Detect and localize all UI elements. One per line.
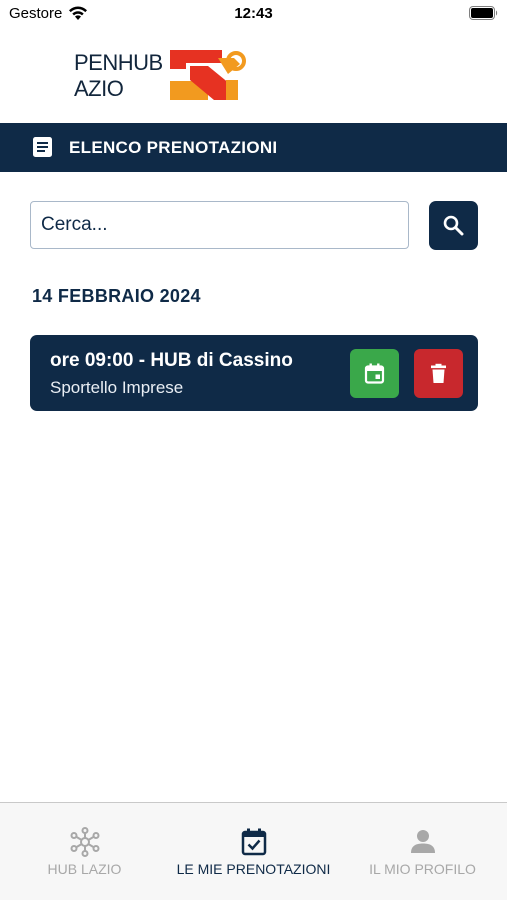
openhub-lazio-logo-mark: [170, 50, 246, 100]
add-to-calendar-button[interactable]: [350, 349, 399, 398]
user-icon: [411, 830, 435, 853]
calendar-icon: [364, 363, 385, 384]
calendar-check-icon: [241, 828, 267, 856]
battery-icon: [469, 6, 498, 20]
network-icon: [70, 827, 100, 857]
booking-card: ore 09:00 - HUB di Cassino Sportello Imp…: [30, 335, 478, 411]
tab-label-hub-lazio: HUB LAZIO: [47, 861, 122, 877]
tab-label-le-mie-prenotazioni: LE MIE PRENOTAZIONI: [176, 861, 331, 877]
tab-il-mio-profilo[interactable]: IL MIO PROFILO: [338, 803, 507, 900]
logo-text-openhub: PENHUB: [74, 50, 163, 75]
booking-service: Sportello Imprese: [50, 378, 184, 397]
trash-icon: [431, 363, 446, 383]
tab-bar: HUB LAZIO LE MIE PRENOTAZIONI IL MIO PRO…: [0, 802, 507, 900]
search-icon: [443, 215, 464, 236]
logo-text-lazio: AZIO: [74, 76, 124, 101]
tab-label-il-mio-profilo: IL MIO PROFILO: [369, 861, 476, 877]
tab-hub-lazio[interactable]: HUB LAZIO: [0, 803, 169, 900]
delete-booking-button[interactable]: [414, 349, 463, 398]
section-header: ELENCO PRENOTAZIONI: [0, 123, 507, 172]
page-title: ELENCO PRENOTAZIONI: [69, 138, 278, 157]
search-button[interactable]: [429, 201, 478, 250]
date-heading: 14 FEBBRAIO 2024: [32, 286, 201, 306]
clock-time: 12:43: [234, 5, 273, 22]
document-list-icon: [33, 137, 52, 157]
status-bar: Gestore 12:43: [0, 0, 507, 28]
search-input[interactable]: [30, 201, 409, 249]
booking-title: ore 09:00 - HUB di Cassino: [50, 350, 293, 371]
tab-le-mie-prenotazioni[interactable]: LE MIE PRENOTAZIONI: [169, 803, 338, 900]
